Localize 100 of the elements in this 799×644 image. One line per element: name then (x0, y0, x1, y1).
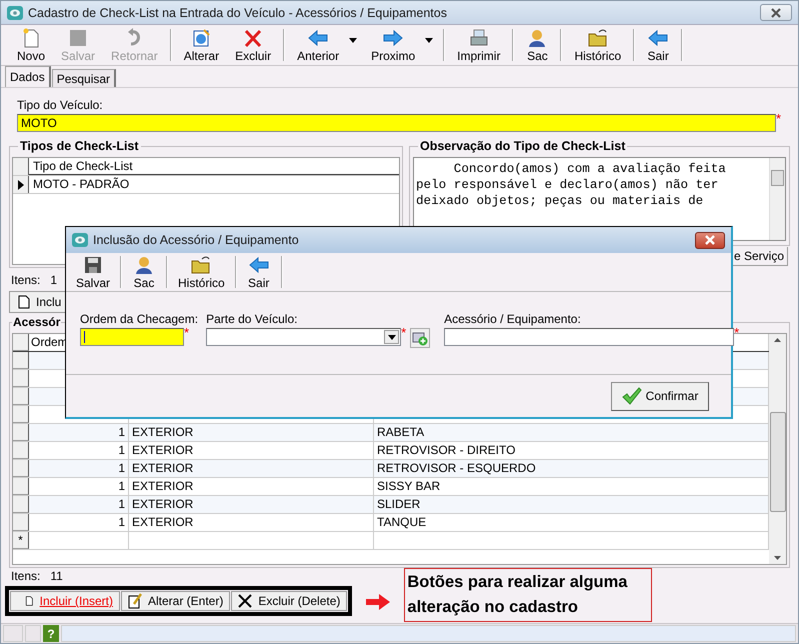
field-label: Ordem da Checagem: (80, 312, 198, 326)
row-header (13, 496, 29, 513)
table-row[interactable]: 1 EXTERIOR TANQUE (13, 514, 769, 532)
scrollbar[interactable] (769, 334, 786, 564)
toolbar-button[interactable]: Sair (639, 26, 678, 64)
items-count: 1 (50, 273, 58, 287)
group-title: Acessór (12, 315, 62, 329)
scroll-down-icon[interactable] (774, 556, 781, 560)
items-label: Itens: (11, 569, 40, 583)
input-field[interactable] (444, 328, 734, 346)
group-title: Tipos de Check-List (18, 139, 141, 153)
confirm-button[interactable]: Confirmar (611, 382, 709, 410)
text-line: pelo responsável e declaro(amos) não ter (416, 177, 720, 193)
required-mark: * (401, 328, 408, 338)
text-line: deixado objetos; peças ou materiais de (416, 193, 704, 209)
tab[interactable]: Dados (5, 66, 51, 87)
dropdown-field[interactable] (206, 328, 402, 346)
toolbar-button[interactable]: Alterar (176, 26, 228, 64)
add-button[interactable] (410, 328, 430, 348)
toolbar-button[interactable]: Imprimir (449, 26, 508, 64)
field-label: Acessório / Equipamento: (444, 312, 582, 326)
app-icon (7, 6, 23, 20)
window-title: Cadastro de Check-List na Entrada do Veículo - Acessórios / Equipamentos (28, 6, 448, 20)
caret-icon (388, 334, 396, 340)
row-header (13, 334, 29, 351)
table-cell: 1 (29, 442, 129, 459)
table-cell: EXTERIOR (129, 496, 374, 513)
add-icon (412, 330, 428, 346)
toolbar-button[interactable]: Sac (126, 253, 162, 291)
window-title: Inclusão do Acessório / Equipamento (93, 233, 300, 247)
table-cell: 1 (29, 424, 129, 441)
table-row[interactable]: 1 EXTERIOR RETROVISOR - DIREITO (13, 442, 769, 460)
table-cell: EXTERIOR (129, 460, 374, 477)
right-arrow-icon (382, 28, 404, 48)
table-cell: 1 (29, 496, 129, 513)
scrollbar[interactable] (769, 158, 785, 240)
x-icon (238, 593, 252, 609)
table-row[interactable]: 1 EXTERIOR SLIDER (13, 496, 769, 514)
close-button[interactable] (695, 232, 725, 248)
text-line: Concordo(amos) com a avaliação feita (452, 161, 727, 177)
table-cell: 1 (29, 514, 129, 531)
toolbar-button[interactable]: Sair (240, 253, 277, 291)
row-header (13, 424, 29, 441)
scroll-up-icon[interactable] (774, 338, 781, 342)
table-cell: EXTERIOR (129, 424, 374, 441)
pencil-icon (128, 593, 142, 609)
items-count: 11 (50, 569, 63, 583)
table-row[interactable]: 1 EXTERIOR RETROVISOR - ESQUERDO (13, 460, 769, 478)
table-row[interactable]: * (13, 532, 769, 550)
table-cell-text: MOTO - PADRÃO (32, 176, 130, 193)
table-cell: 1 (29, 460, 129, 477)
toolbar-button[interactable]: Salvar (70, 253, 116, 291)
callout-text: Botões para realizar alguma alteração no cadastro (404, 568, 652, 622)
table-cell: 1 (29, 478, 129, 495)
tab[interactable]: Pesquisar (52, 69, 116, 87)
document-icon (18, 295, 30, 309)
action-button[interactable]: Incluir (Insert) (10, 591, 120, 611)
new-row-marker: * (13, 532, 29, 549)
toolbar-button[interactable]: Histórico (172, 253, 231, 291)
toolbar-button[interactable]: Histórico (566, 26, 630, 64)
toolbar-button[interactable]: Anterior (289, 26, 348, 64)
row-header (13, 442, 29, 459)
toolbar-button[interactable]: Excluir (227, 26, 280, 64)
column-header[interactable]: Tipo de Check-List (29, 158, 399, 175)
close-button[interactable] (760, 4, 792, 21)
vehicle-type-field[interactable]: MOTO (17, 114, 776, 132)
dropdown-arrow-icon[interactable] (349, 38, 358, 42)
row-header (13, 478, 29, 495)
right-arrow-icon (366, 594, 390, 610)
action-button[interactable]: Alterar (Enter) (121, 591, 230, 611)
action-button[interactable]: Excluir (Delete) (231, 591, 348, 611)
toolbar-button[interactable]: Novo (9, 26, 54, 64)
row-header (13, 514, 29, 531)
table-cell: EXTERIOR (129, 478, 374, 495)
row-header (13, 460, 29, 477)
table-row[interactable]: 1 EXTERIOR SISSY BAR (13, 478, 769, 496)
toolbar-button[interactable]: Proximo (363, 26, 424, 64)
required-mark: * (734, 328, 740, 338)
left-arrow-icon (647, 28, 670, 48)
table-cell: EXTERIOR (129, 514, 374, 531)
help-icon[interactable]: ? (43, 625, 59, 642)
folder-icon (190, 254, 212, 274)
group-title: Observação do Tipo de Check-List (418, 139, 628, 153)
left-arrow-icon (307, 28, 330, 48)
toolbar-button[interactable]: Sac (518, 26, 556, 64)
required-mark: * (184, 328, 190, 338)
items-label: Itens: (11, 273, 40, 287)
table-row[interactable]: 1 EXTERIOR RABETA (13, 424, 769, 442)
scroll-thumb[interactable] (770, 412, 786, 512)
row-header[interactable] (13, 176, 29, 193)
printer-icon (468, 28, 490, 48)
current-row-icon (18, 180, 24, 190)
folder-icon (586, 28, 609, 48)
dropdown-arrow-icon[interactable] (425, 38, 434, 42)
required-mark: * (776, 114, 782, 124)
input-field[interactable] (80, 328, 184, 346)
field-label: Tipo do Veículo: (17, 98, 104, 112)
row-header (13, 158, 29, 175)
table-cell: EXTERIOR (129, 442, 374, 459)
field-label: Parte do Veículo: (206, 312, 298, 326)
